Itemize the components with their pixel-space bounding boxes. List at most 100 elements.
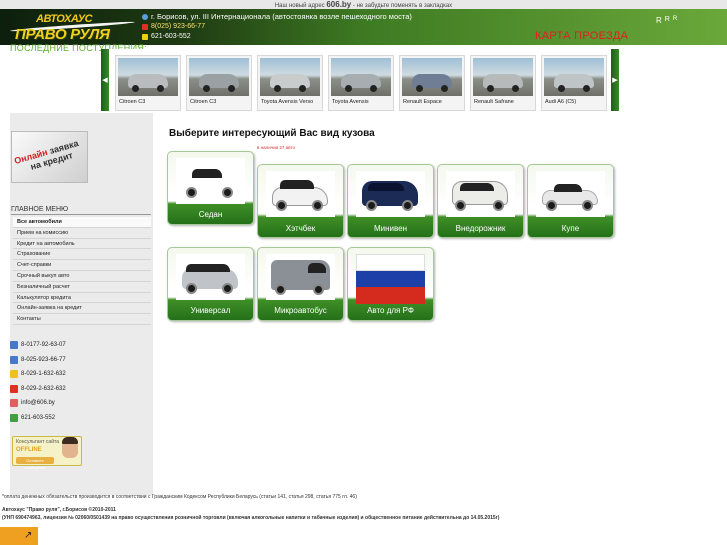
header-contacts: г. Борисов, ул. III Интернационала (авто… xyxy=(142,12,412,42)
page-title: Выберите интересующий Вас вид кузова xyxy=(169,128,375,139)
main-menu-title: ГЛАВНОЕ МЕНЮ xyxy=(11,206,69,213)
recent-car-photo xyxy=(189,58,249,96)
contact-row: 621-603-552 xyxy=(10,411,66,426)
contact-icq: 621-603-552 xyxy=(21,414,56,421)
recent-car-thumb[interactable]: Citroen C3 xyxy=(115,55,181,111)
body-type-russia[interactable]: Авто для РФ xyxy=(347,247,434,321)
chevron-left-icon: ◀ xyxy=(102,77,108,84)
menu-divider xyxy=(11,214,151,215)
recent-car-thumb[interactable]: Audi A6 (C5) xyxy=(541,55,607,111)
recent-car-wheel xyxy=(487,85,494,92)
coupe-wheel xyxy=(546,200,557,211)
menu-item-calculator[interactable]: Калькулятор кредита xyxy=(13,293,151,304)
body-type-hatchback[interactable]: Хэтчбек xyxy=(257,164,344,238)
site-header: АВТОХАУС ПРАВО РУЛЯ г. Борисов, ул. III … xyxy=(0,9,727,45)
icq-icon xyxy=(10,413,18,422)
recent-car-wheel xyxy=(370,85,377,92)
recent-car-thumb[interactable]: Toyota Avensis xyxy=(328,55,394,111)
menu-item-car-loan[interactable]: Кредит на автомобиль xyxy=(13,239,151,250)
email-icon xyxy=(10,399,18,408)
menu-item-invoices[interactable]: Счет-справки xyxy=(13,260,151,271)
sidebar-contacts: 8-0177-92-63-07 8-025-923-66-77 8-029-1-… xyxy=(10,338,66,425)
contact-phone-4: 8-029-2-632-632 xyxy=(21,385,66,392)
body-type-minivan[interactable]: Минивен xyxy=(347,164,434,238)
contact-phone-2: 8-025-923-66-77 xyxy=(21,356,66,363)
recent-car-wheel xyxy=(345,85,352,92)
minivan-wheel xyxy=(366,200,377,211)
site-logo[interactable]: АВТОХАУС ПРАВО РУЛЯ xyxy=(10,11,135,44)
contact-row: 8-029-1-632-632 xyxy=(10,367,66,382)
header-phone-1: 8(025) 923-66-77 xyxy=(151,23,206,30)
recent-car-wheel xyxy=(583,85,590,92)
carousel-prev-button[interactable]: ◀ xyxy=(101,49,109,111)
font-size-medium[interactable]: R xyxy=(665,16,670,25)
font-size-large[interactable]: R xyxy=(656,16,662,25)
leave-message-button[interactable]: Оставить сообщение xyxy=(16,457,54,470)
contact-row: 8-029-2-632-632 xyxy=(10,382,66,397)
address-change-notice: Наш новый адрес 606.by - не забудьте пом… xyxy=(0,0,727,9)
recent-car-photo xyxy=(473,58,533,96)
menu-item-commission[interactable]: Прием на комиссию xyxy=(13,228,151,239)
hatchback-image xyxy=(266,171,335,217)
menu-item-contacts[interactable]: Контакты xyxy=(13,314,151,325)
russia-flag-image xyxy=(356,254,425,304)
recent-car-wheel xyxy=(228,85,235,92)
mts-icon xyxy=(142,24,148,30)
contact-row: info@606.by xyxy=(10,396,66,411)
recent-car-thumb[interactable]: Toyota Avensis Verso xyxy=(257,55,323,111)
body-type-coupe[interactable]: Купе xyxy=(527,164,614,238)
body-type-label: Минивен xyxy=(373,224,408,233)
sedan-image xyxy=(176,158,245,204)
consultant-status: OFFLINE xyxy=(16,447,42,453)
minibus-image xyxy=(266,254,335,300)
body-type-label: Хэтчбек xyxy=(285,224,316,233)
map-link[interactable]: КАРТА ПРОЕЗДА xyxy=(535,30,628,42)
recent-car-thumb[interactable]: Renault Safrane xyxy=(470,55,536,111)
minivan-image xyxy=(356,171,425,217)
body-type-wagon[interactable]: Универсал xyxy=(167,247,254,321)
body-type-label: Микроавтобус xyxy=(274,306,327,315)
recent-car-photo xyxy=(544,58,604,96)
wagon-wheel xyxy=(222,283,233,294)
menu-item-buyout[interactable]: Срочный выкуп авто xyxy=(13,271,151,282)
location-icon xyxy=(142,14,148,20)
footer-legal-note: *оплата денежных обязательств производит… xyxy=(2,494,357,500)
recent-car-wheel xyxy=(157,85,164,92)
contact-email[interactable]: info@606.by xyxy=(21,400,55,406)
recent-car-thumb[interactable]: Citroen C3 xyxy=(186,55,252,111)
carousel-next-button[interactable]: ▶ xyxy=(611,49,619,111)
recent-car-wheel xyxy=(274,85,281,92)
font-size-small[interactable]: R xyxy=(673,16,677,25)
consultant-title: Консультант сайта xyxy=(16,439,60,445)
menu-item-cashless[interactable]: Безналичный расчет xyxy=(13,282,151,293)
wagon-window xyxy=(186,264,230,272)
recent-car-label: Citroen C3 xyxy=(119,99,146,105)
menu-item-insurance[interactable]: Страхование xyxy=(13,249,151,261)
menu-item-online-request[interactable]: Онлайн-заявка на кредит xyxy=(13,303,151,315)
suv-image xyxy=(446,171,515,217)
body-type-suv[interactable]: Внедорожник xyxy=(437,164,524,238)
body-type-minibus[interactable]: Микроавтобус xyxy=(257,247,344,321)
recent-car-label: Toyota Avensis Verso xyxy=(261,99,314,105)
recent-arrivals-carousel: ◀ Citroen C3 Citroen C3 Toyota Avensis Ver… xyxy=(101,49,619,111)
contact-phone-1: 8-0177-92-63-07 xyxy=(21,342,66,349)
consultant-widget[interactable]: Консультант сайта OFFLINE Оставить сообщ… xyxy=(12,436,82,470)
recent-car-wheel xyxy=(299,85,306,92)
online-credit-banner[interactable]: Онлайн заявка на кредит xyxy=(11,131,88,183)
coupe-wheel xyxy=(582,200,593,211)
recent-car-photo xyxy=(260,58,320,96)
body-type-sedan[interactable]: Седан xyxy=(167,151,254,225)
body-type-label: Внедорожник xyxy=(455,224,506,233)
recent-car-wheel xyxy=(203,85,210,92)
menu-item-all-cars[interactable]: Все автомобили xyxy=(13,217,151,228)
recent-car-thumb[interactable]: Renault Espace xyxy=(399,55,465,111)
wagon-wheel xyxy=(186,283,197,294)
recent-car-label: Toyota Avensis xyxy=(332,99,369,105)
hatchback-window xyxy=(280,180,314,189)
recent-car-photo xyxy=(331,58,391,96)
consultant-avatar-hair xyxy=(62,437,78,444)
footer-license: (УНП 690474963, лицензия № 02060/0501439… xyxy=(2,515,500,521)
counter-badge[interactable]: ↗ xyxy=(0,527,38,545)
notice-domain[interactable]: 606.by xyxy=(326,0,351,9)
sedan-wheel xyxy=(222,187,233,198)
